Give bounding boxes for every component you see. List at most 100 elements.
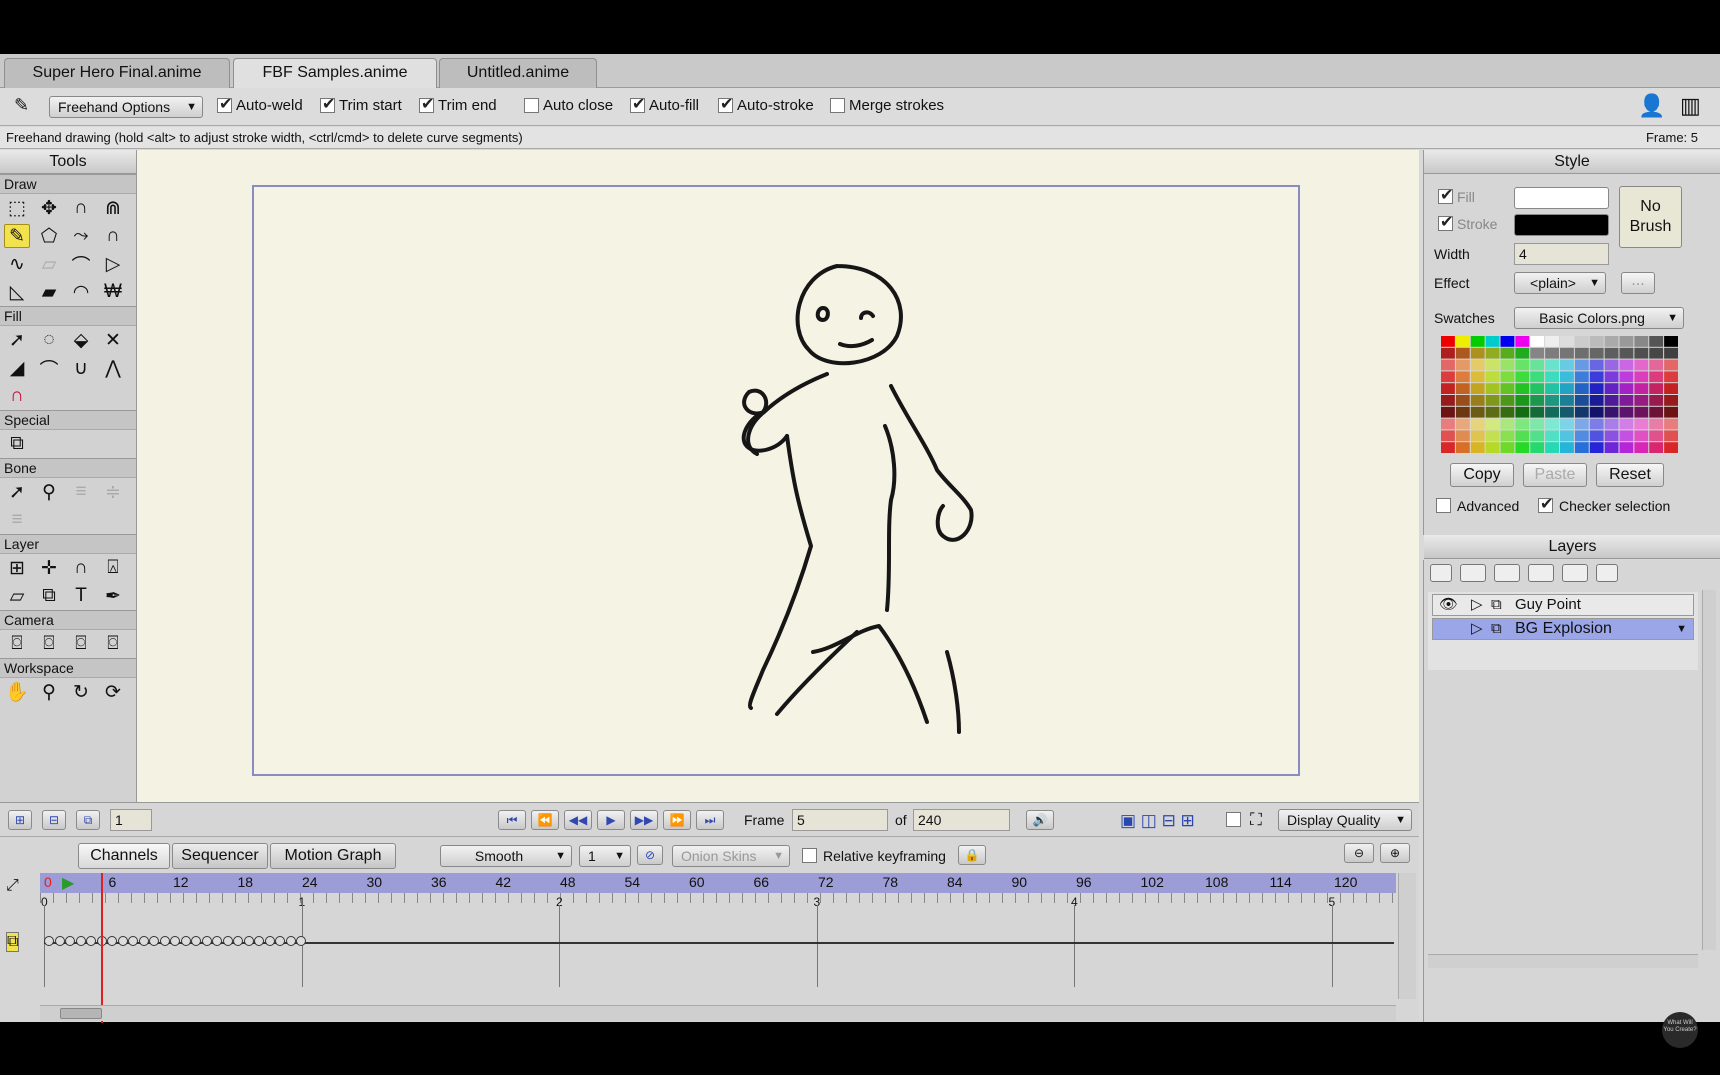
tab-motion-graph[interactable]: Motion Graph xyxy=(270,843,396,869)
bend-icon[interactable]: ◺ xyxy=(4,280,30,304)
freehand-options-dropdown[interactable]: Freehand Options xyxy=(49,96,203,118)
track-camera-icon[interactable]: ⌼ xyxy=(4,632,30,656)
step-back-icon[interactable]: ⏪ xyxy=(531,810,559,830)
shape-icon[interactable]: ⬠ xyxy=(36,224,62,248)
color-swatch[interactable] xyxy=(1441,383,1455,394)
timeline-vscrollbar[interactable] xyxy=(1398,873,1416,999)
color-swatch[interactable] xyxy=(1664,371,1678,383)
color-swatch[interactable] xyxy=(1574,406,1589,418)
paint-bucket-icon[interactable]: ⬙ xyxy=(68,328,94,352)
color-swatch[interactable] xyxy=(1619,347,1634,359)
color-swatch[interactable] xyxy=(1574,336,1589,347)
color-swatch[interactable] xyxy=(1545,406,1559,418)
color-swatch[interactable] xyxy=(1530,383,1545,394)
color-swatch[interactable] xyxy=(1619,406,1634,418)
color-swatch[interactable] xyxy=(1560,371,1574,383)
layers-hscrollbar[interactable] xyxy=(1428,954,1698,968)
color-swatch[interactable] xyxy=(1455,359,1470,371)
stroke-checkbox[interactable]: Stroke xyxy=(1438,212,1497,232)
keyframe[interactable] xyxy=(212,936,222,946)
delete-edge-icon[interactable]: ◠ xyxy=(68,280,94,304)
blade-icon[interactable]: ₩ xyxy=(100,280,126,304)
color-swatch[interactable] xyxy=(1664,418,1678,430)
color-swatch[interactable] xyxy=(1485,347,1500,359)
auto-stroke-checkbox[interactable]: Auto-stroke xyxy=(718,94,814,114)
keyframe[interactable] xyxy=(54,936,65,946)
color-swatch[interactable] xyxy=(1604,336,1619,347)
line-width-icon[interactable]: ◢ xyxy=(4,356,30,380)
color-swatch[interactable] xyxy=(1589,430,1604,442)
color-swatch[interactable] xyxy=(1500,347,1515,359)
color-swatch[interactable] xyxy=(1455,383,1470,394)
tab-fbf-samples[interactable]: FBF Samples.anime xyxy=(233,58,437,88)
transform-curve-icon[interactable]: ∿ xyxy=(4,252,30,276)
step-dropdown[interactable]: 1 xyxy=(579,845,631,867)
keyframe[interactable] xyxy=(86,936,96,946)
eraser-icon[interactable]: ▱ xyxy=(36,252,62,276)
swatches-dropdown[interactable]: Basic Colors.png xyxy=(1514,307,1684,329)
rotate-layer-icon[interactable]: ⍓ xyxy=(100,556,126,580)
hand-icon[interactable]: ✋ xyxy=(4,680,30,704)
color-swatch[interactable] xyxy=(1500,336,1515,347)
color-swatch[interactable] xyxy=(1574,442,1589,453)
color-swatch[interactable] xyxy=(1500,418,1515,430)
copy-button[interactable]: Copy xyxy=(1450,463,1514,487)
color-swatch[interactable] xyxy=(1619,395,1634,406)
frame-input[interactable]: 5 xyxy=(792,809,888,831)
zoom-camera-icon[interactable]: ⌼ xyxy=(36,632,62,656)
color-swatch[interactable] xyxy=(1470,418,1485,430)
keyframe[interactable] xyxy=(159,936,170,946)
fill-checkbox[interactable]: Fill xyxy=(1438,185,1475,205)
end-icon[interactable]: ⏭ xyxy=(696,810,724,830)
keyframe[interactable] xyxy=(75,936,86,946)
color-swatch[interactable] xyxy=(1470,442,1485,453)
color-swatch-grid[interactable] xyxy=(1441,336,1679,454)
color-swatch[interactable] xyxy=(1604,430,1619,442)
color-swatch[interactable] xyxy=(1649,383,1664,394)
curvature-icon[interactable]: ⋒ xyxy=(100,196,126,220)
delete-keyframe-icon[interactable]: ⊟ xyxy=(42,810,66,830)
color-swatch[interactable] xyxy=(1515,359,1530,371)
color-swatch[interactable] xyxy=(1441,442,1455,453)
color-swatch[interactable] xyxy=(1441,406,1455,418)
color-swatch[interactable] xyxy=(1455,336,1470,347)
copy-keyframe-icon[interactable]: ⧉ xyxy=(76,810,100,830)
trim-start-checkbox[interactable]: Trim start xyxy=(320,94,402,114)
color-swatch[interactable] xyxy=(1545,371,1559,383)
previous-frame-icon[interactable]: ◀◀ xyxy=(564,810,592,830)
keyframe[interactable] xyxy=(254,936,264,946)
stroke-color-swatch[interactable] xyxy=(1514,214,1609,236)
color-swatch[interactable] xyxy=(1470,336,1485,347)
color-swatch[interactable] xyxy=(1530,442,1545,453)
bind-layer-icon[interactable]: ≡ xyxy=(4,508,30,532)
delete-shape-icon[interactable]: ✕ xyxy=(100,328,126,352)
color-swatch[interactable] xyxy=(1604,418,1619,430)
follow-path-icon[interactable]: ∩ xyxy=(68,556,94,580)
text-icon[interactable]: T xyxy=(68,584,94,608)
color-swatch[interactable] xyxy=(1574,347,1589,359)
zoom-out-icon[interactable]: ⊖ xyxy=(1344,843,1374,863)
keyframe[interactable] xyxy=(44,936,54,946)
color-swatch[interactable] xyxy=(1441,359,1455,371)
expand-triangle-icon[interactable]: ▷ xyxy=(1471,595,1483,615)
color-swatch[interactable] xyxy=(1470,395,1485,406)
warp-icon[interactable]: ⧉ xyxy=(4,432,30,456)
color-swatch[interactable] xyxy=(1664,383,1678,394)
color-swatch[interactable] xyxy=(1589,336,1604,347)
color-swatch[interactable] xyxy=(1545,442,1559,453)
color-swatch[interactable] xyxy=(1470,347,1485,359)
color-swatch[interactable] xyxy=(1574,395,1589,406)
color-swatch[interactable] xyxy=(1619,430,1634,442)
color-swatch[interactable] xyxy=(1441,430,1455,442)
set-origin-icon[interactable]: ✛ xyxy=(36,556,62,580)
color-swatch[interactable] xyxy=(1664,430,1678,442)
width-input[interactable]: 4 xyxy=(1514,243,1609,265)
expand-channels-icon[interactable]: ⤢ xyxy=(6,877,19,895)
tab-untitled[interactable]: Untitled.anime xyxy=(439,58,597,88)
frame-view-icon[interactable]: ⛶ xyxy=(1250,810,1262,830)
keyframe[interactable] xyxy=(275,936,285,946)
drawing-canvas[interactable] xyxy=(137,150,1419,802)
color-swatch[interactable] xyxy=(1604,359,1619,371)
color-swatch[interactable] xyxy=(1560,442,1574,453)
rotate-workspace-icon[interactable]: ↻ xyxy=(68,680,94,704)
